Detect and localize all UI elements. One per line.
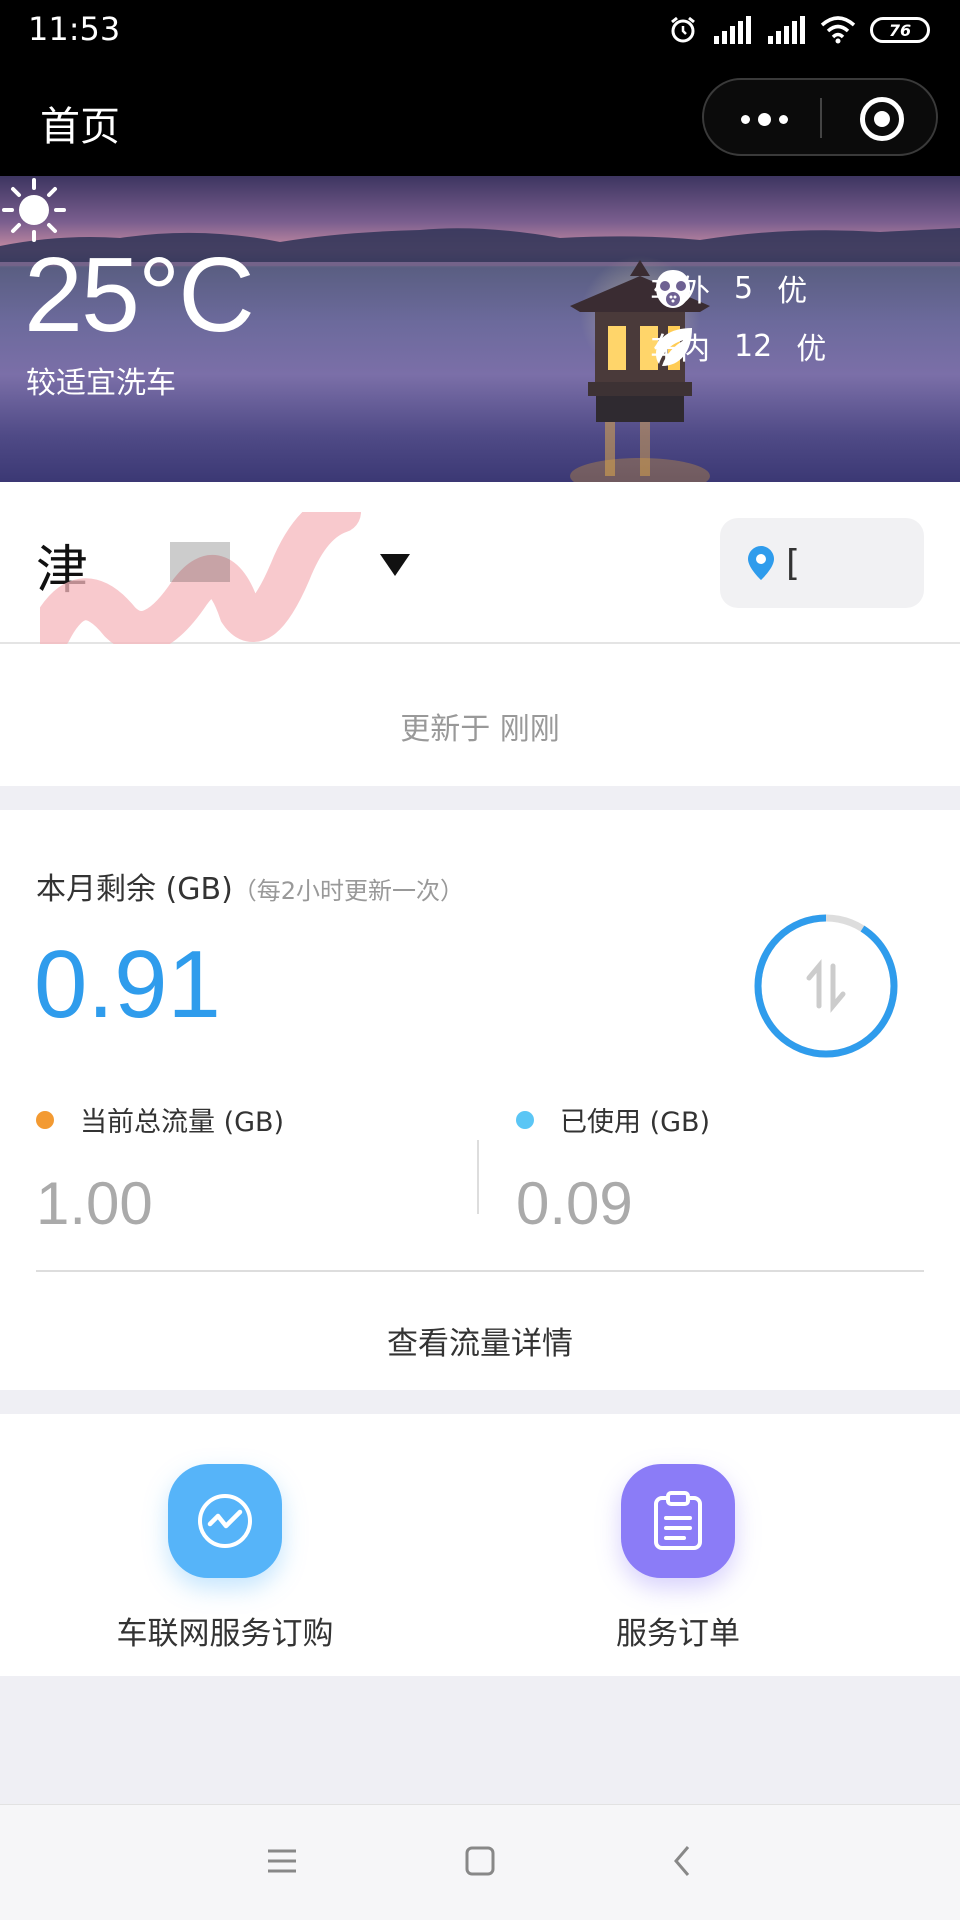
remaining-value: 0.91 xyxy=(34,931,221,1038)
back-icon[interactable] xyxy=(670,1843,694,1879)
services-grid: 车联网服务订购 服务订单 xyxy=(0,1414,960,1676)
data-usage-card: 本月剩余 (GB)（每2小时更新一次） 0.91 当前总流量 (GB) 1.00… xyxy=(0,810,960,1390)
dropdown-arrow-icon[interactable] xyxy=(380,554,410,576)
clipboard-icon xyxy=(621,1464,735,1578)
total-dot xyxy=(36,1110,54,1129)
battery-icon: 76 xyxy=(870,17,930,43)
inside-value: 12 xyxy=(734,328,773,364)
remaining-label: 本月剩余 (GB)（每2小时更新一次） xyxy=(36,864,464,908)
menu-icon[interactable] xyxy=(266,1843,298,1879)
service-orders-label: 服务订单 xyxy=(616,1616,740,1652)
view-traffic-details-link[interactable]: 查看流量详情 xyxy=(0,1290,960,1380)
mini-program-capsule xyxy=(702,78,938,156)
trend-chart-icon xyxy=(168,1464,282,1578)
status-bar: 11:53 76 xyxy=(0,0,960,60)
alarm-icon xyxy=(671,16,695,43)
outside-value: 5 xyxy=(734,270,754,306)
used-label: 已使用 (GB) xyxy=(560,1107,711,1138)
remaining-label-text: 本月剩余 (GB) xyxy=(36,872,233,907)
used-traffic-stat: 已使用 (GB) 0.09 xyxy=(516,1100,710,1238)
used-value: 0.09 xyxy=(516,1170,633,1237)
service-subscription-button[interactable]: 车联网服务订购 xyxy=(45,1464,405,1653)
usage-ring xyxy=(754,914,898,1058)
car-wash-index: 较适宜洗车 xyxy=(26,366,176,401)
vehicle-selector[interactable]: 津 [ xyxy=(0,482,960,653)
more-options-icon[interactable] xyxy=(734,99,794,139)
inside-air-quality: 车内 12 优 xyxy=(650,324,850,368)
total-traffic-stat: 当前总流量 (GB) 1.00 xyxy=(36,1100,284,1238)
wifi-icon xyxy=(820,16,856,44)
capsule-divider xyxy=(820,98,822,138)
stat-divider xyxy=(477,1140,479,1214)
ring-remaining-arc xyxy=(754,914,898,1058)
outside-air-quality: 车外 5 优 xyxy=(650,266,831,310)
used-dot xyxy=(516,1110,534,1129)
service-subscription-label: 车联网服务订购 xyxy=(116,1616,334,1652)
redacted-plate-mask xyxy=(40,512,361,653)
nav-bar: 首页 xyxy=(0,60,960,176)
battery-level: 76 xyxy=(888,20,912,40)
service-orders-button[interactable]: 服务订单 xyxy=(498,1464,858,1653)
location-text: [ xyxy=(786,542,801,584)
signal-icon-2 xyxy=(768,16,805,44)
home-icon[interactable] xyxy=(464,1843,496,1879)
total-label: 当前总流量 (GB) xyxy=(80,1107,285,1138)
sun-icon xyxy=(2,178,66,242)
location-pin-icon xyxy=(748,546,774,580)
remaining-note: （每2小时更新一次） xyxy=(232,877,465,905)
weather-banner: 25°C 较适宜洗车 车外 5 优 车内 12 优 xyxy=(0,176,960,482)
location-chip[interactable]: [ xyxy=(720,518,924,608)
close-mini-program-icon[interactable] xyxy=(860,97,904,141)
outside-level: 优 xyxy=(777,274,808,309)
leaf-icon xyxy=(656,328,692,366)
total-value: 1.00 xyxy=(36,1170,153,1237)
status-time: 11:53 xyxy=(28,10,121,48)
updated-text: 更新于 刚刚 xyxy=(400,712,560,747)
status-icons: 76 xyxy=(668,12,930,48)
temperature: 25°C xyxy=(24,236,255,354)
page-title: 首页 xyxy=(40,104,120,150)
transfer-arrows-icon xyxy=(806,959,846,1013)
signal-icon xyxy=(714,16,751,44)
update-status-row: 更新于 刚刚 xyxy=(0,644,960,786)
inside-level: 优 xyxy=(796,332,827,367)
system-nav-bar xyxy=(0,1804,960,1920)
gas-mask-icon xyxy=(656,270,690,308)
card-separator xyxy=(36,1270,924,1272)
